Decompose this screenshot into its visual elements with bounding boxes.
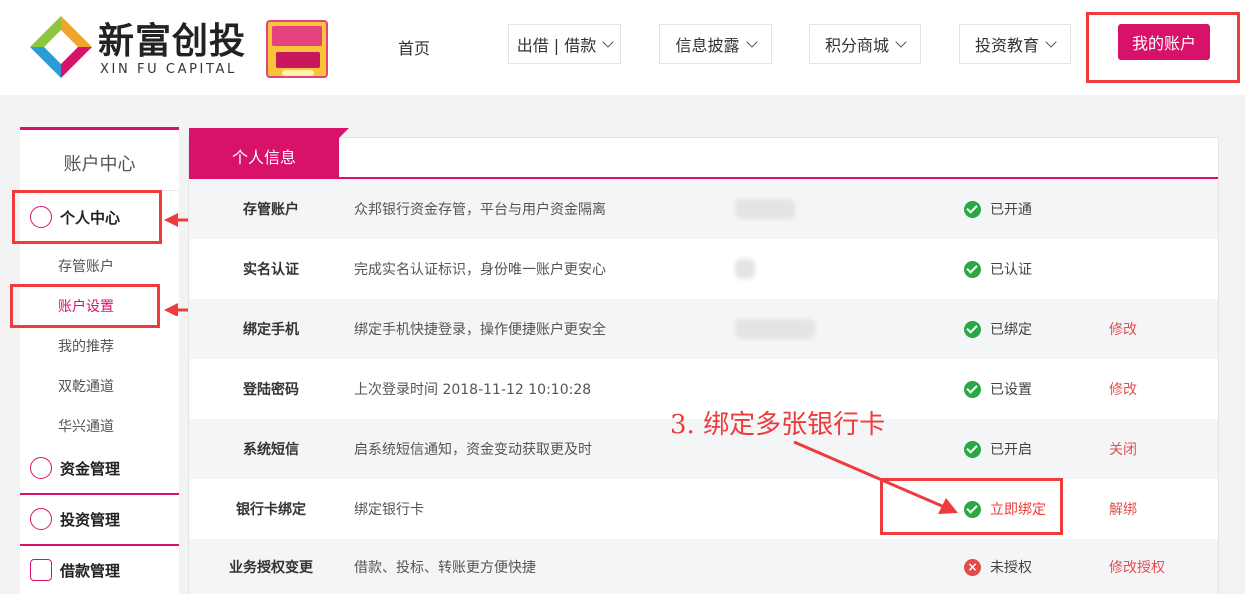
row-description: 启系统短信通知，资金变动获取更及时 (354, 442, 592, 458)
check-circle-icon (964, 320, 981, 338)
divider (20, 493, 179, 495)
tab-notch (339, 128, 349, 138)
modify-phone-link[interactable]: 修改 (1109, 299, 1137, 359)
annotation-box-personal-center (12, 190, 162, 244)
brand-name: 新富创投 (98, 21, 247, 62)
brand-name-en: XIN FU CAPITAL (100, 62, 237, 77)
nav-home[interactable]: 首页 (398, 35, 430, 59)
nav-points-mall-label: 积分商城 (824, 36, 889, 55)
row-label: 银行卡绑定 (236, 502, 306, 518)
sidebar-item-label: 投资管理 (60, 510, 121, 529)
row-label: 绑定手机 (243, 322, 299, 338)
status-text: 已设置 (990, 382, 1032, 398)
sidebar-item-custody-account[interactable]: 存管账户 (58, 256, 114, 276)
sidebar-item-shuangqian-channel[interactable]: 双乾通道 (58, 376, 114, 396)
row-label: 业务授权变更 (229, 560, 313, 576)
sidebar-item-label: 借款管理 (60, 561, 121, 580)
redacted-value (735, 319, 815, 339)
table-row-bank-card: 银行卡绑定 绑定银行卡 立即绑定 解绑 (189, 479, 1218, 539)
check-circle-icon (964, 260, 981, 278)
brand-logo-icon[interactable] (28, 14, 94, 80)
sidebar-item-fund-management[interactable]: 资金管理 (30, 457, 120, 479)
row-label: 登陆密码 (243, 382, 299, 398)
row-status: 已设置 (964, 359, 1032, 419)
row-label: 存管账户 (243, 202, 299, 218)
status-text: 已绑定 (990, 322, 1032, 338)
status-text: 已开通 (990, 202, 1032, 218)
nav-disclosure[interactable]: 信息披露 (659, 24, 772, 64)
sidebar-item-label: 资金管理 (60, 459, 121, 478)
coins-icon (30, 508, 52, 530)
annotation-box-account-settings (10, 284, 160, 328)
row-label: 系统短信 (243, 442, 299, 458)
nav-education-label: 投资教育 (974, 36, 1039, 55)
sidebar-item-huaxing-channel[interactable]: 华兴通道 (58, 416, 114, 436)
chevron-down-icon (745, 35, 758, 48)
table-row-business-authorization: 业务授权变更 借款、投标、转账更方便快捷 × 未授权 修改授权 (189, 539, 1218, 594)
row-status: 已认证 (964, 239, 1032, 299)
row-description: 借款、投标、转账更方便快捷 (354, 560, 536, 576)
chevron-down-icon (602, 35, 614, 48)
check-circle-icon (964, 380, 981, 398)
redacted-value (735, 199, 795, 219)
row-description: 上次登录时间 2018-11-12 10:10:28 (354, 382, 592, 398)
row-description: 完成实名认证标识，身份唯一账户更安心 (354, 262, 606, 278)
nav-lend-borrow-label: 出借 | 借款 (516, 36, 597, 55)
divider (20, 544, 179, 546)
x-circle-icon: × (964, 558, 981, 576)
sidebar-title: 账户中心 (63, 154, 136, 175)
sidebar-item-loan-management[interactable]: 借款管理 (30, 559, 120, 581)
row-description: 绑定手机快捷登录，操作便捷账户更安全 (354, 322, 606, 338)
disable-sms-link[interactable]: 关闭 (1109, 419, 1137, 479)
status-text: 已开启 (990, 442, 1032, 458)
status-text: 未授权 (990, 560, 1032, 576)
row-status: 已开通 (964, 179, 1032, 239)
nav-points-mall[interactable]: 积分商城 (809, 24, 921, 64)
chevron-down-icon (1045, 35, 1057, 48)
site-header: 新富创投 XIN FU CAPITAL 首页 出借 | 借款 信息披露 积分商城… (0, 0, 1245, 95)
table-row-custody-account: 存管账户 众邦银行资金存管，平台与用户资金隔离 已开通 (189, 179, 1218, 239)
status-text: 已认证 (990, 262, 1032, 278)
promo-badge-icon[interactable] (266, 20, 328, 78)
row-description: 众邦银行资金存管，平台与用户资金隔离 (354, 202, 606, 218)
personal-info-panel: 个人信息 存管账户 众邦银行资金存管，平台与用户资金隔离 已开通 实名认证 完成… (188, 128, 1219, 594)
nav-education[interactable]: 投资教育 (959, 24, 1071, 64)
annotation-box-bind-now (880, 478, 1063, 535)
unbind-card-link[interactable]: 解绑 (1109, 479, 1137, 539)
row-status: 已绑定 (964, 299, 1032, 359)
table-row-bind-phone: 绑定手机 绑定手机快捷登录，操作便捷账户更安全 已绑定 修改 (189, 299, 1218, 359)
sidebar-item-investment-management[interactable]: 投资管理 (30, 508, 120, 530)
wallet-icon (30, 559, 52, 581)
money-bag-icon (30, 457, 52, 479)
modify-password-link[interactable]: 修改 (1109, 359, 1137, 419)
nav-disclosure-label: 信息披露 (675, 36, 740, 55)
chevron-down-icon (895, 35, 907, 48)
table-row-real-name: 实名认证 完成实名认证标识，身份唯一账户更安心 已认证 (189, 239, 1218, 299)
redacted-value (735, 259, 755, 279)
row-status: × 未授权 (964, 539, 1032, 594)
sidebar-item-my-referrals[interactable]: 我的推荐 (58, 336, 114, 356)
nav-lend-borrow[interactable]: 出借 | 借款 (508, 24, 621, 64)
tab-personal-info[interactable]: 个人信息 (189, 128, 339, 178)
check-circle-icon (964, 200, 981, 218)
my-account-button[interactable]: 我的账户 (1118, 24, 1210, 60)
row-description: 绑定银行卡 (354, 502, 424, 518)
row-label: 实名认证 (243, 262, 299, 278)
modify-authorization-link[interactable]: 修改授权 (1109, 539, 1165, 594)
